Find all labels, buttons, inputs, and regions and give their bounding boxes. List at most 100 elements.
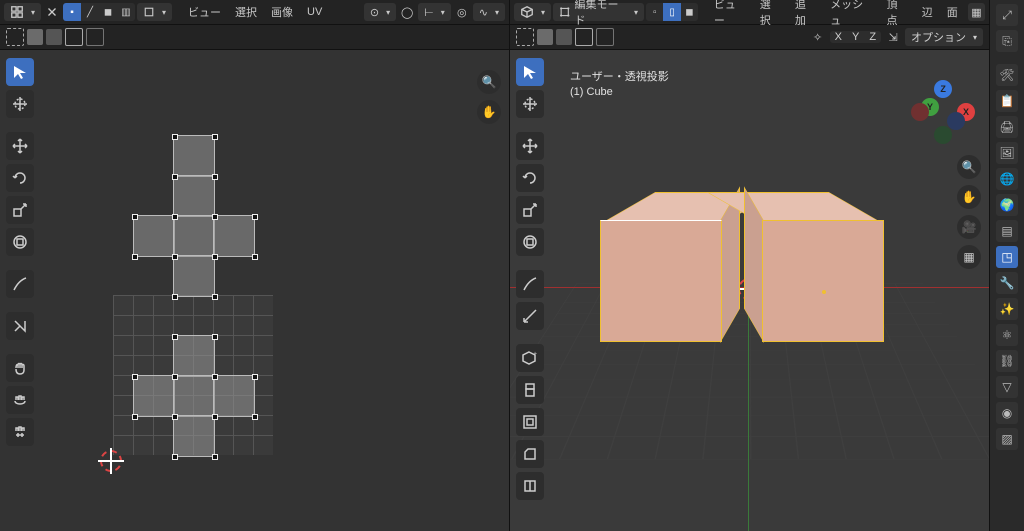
menu-image[interactable]: 画像	[265, 4, 299, 20]
outliner-icon[interactable]: ⎘	[996, 30, 1018, 52]
mirror-z[interactable]: Z	[864, 31, 881, 43]
tool-relax[interactable]	[6, 386, 34, 414]
tool-move[interactable]	[6, 132, 34, 160]
automerge-icon[interactable]: ⇲	[884, 28, 902, 46]
nav-gizmo[interactable]: Z X Y	[911, 80, 975, 144]
menu-select-3d[interactable]: 選択	[754, 0, 787, 28]
proportional-toggle[interactable]: ◎	[453, 3, 471, 21]
gizmo-z[interactable]: Z	[934, 80, 952, 98]
gizmo-neg-z[interactable]	[947, 112, 965, 130]
tool3d-annotate[interactable]	[516, 270, 544, 298]
particle-prop-icon[interactable]: ✨	[996, 298, 1018, 320]
world-prop-icon[interactable]: 🌍	[996, 194, 1018, 216]
filter-icon[interactable]: ▦	[968, 3, 985, 21]
select-set-extend-3d[interactable]	[537, 29, 553, 45]
perspective-toggle[interactable]: ▦	[957, 245, 981, 269]
tool-grab[interactable]	[6, 354, 34, 382]
select-set-new-3d[interactable]	[516, 28, 534, 46]
tool3d-cursor[interactable]	[516, 90, 544, 118]
constraint-prop-icon[interactable]: ⛓	[996, 350, 1018, 372]
uv-viewport[interactable]: 🔍 ✋	[0, 50, 509, 531]
uv-select-vertex[interactable]: ▪	[63, 3, 81, 21]
menu-view-3d[interactable]: ビュー	[708, 0, 752, 28]
tool3d-inset[interactable]	[516, 408, 544, 436]
select-set-subtract[interactable]	[46, 29, 62, 45]
gizmo-neg-y[interactable]	[934, 126, 952, 144]
tool-prop-icon[interactable]: 🛠	[996, 64, 1018, 86]
tool-annotate[interactable]	[6, 270, 34, 298]
material-prop-icon[interactable]: ◉	[996, 402, 1018, 424]
mesh-data-prop-icon[interactable]: ▽	[996, 376, 1018, 398]
tool3d-extrude[interactable]	[516, 376, 544, 404]
camera-view-button[interactable]: 🎥	[957, 215, 981, 239]
menu-select[interactable]: 選択	[229, 4, 263, 20]
mirror-x[interactable]: X	[830, 31, 847, 43]
snap-toggle[interactable]: ◯	[398, 3, 416, 21]
tool3d-loopcut[interactable]	[516, 472, 544, 500]
pan-3d-button[interactable]: ✋	[957, 185, 981, 209]
mirror-icon[interactable]: ✧	[809, 28, 827, 46]
3d-viewport[interactable]: ユーザー・透視投影 (1) Cube Z X Y 🔍 ✋ 🎥 ▦	[510, 50, 989, 531]
scene-prop-icon[interactable]: 🌐	[996, 168, 1018, 190]
object-prop-icon[interactable]: ◳	[996, 246, 1018, 268]
select-set-subtract-3d[interactable]	[556, 29, 572, 45]
tool3d-bevel[interactable]	[516, 440, 544, 468]
physics-prop-icon[interactable]: ⚛	[996, 324, 1018, 346]
select-set-intersect[interactable]	[65, 28, 83, 46]
uv-sync-selection-icon[interactable]	[43, 3, 61, 21]
pivot-dropdown[interactable]: ⊙	[364, 3, 396, 21]
mode-dropdown[interactable]: 編集モード	[553, 3, 644, 21]
render-prop-icon[interactable]: 📋	[996, 90, 1018, 112]
select-set-invert-3d[interactable]	[596, 28, 614, 46]
menu-add[interactable]: 追加	[789, 0, 822, 28]
mirror-y[interactable]: Y	[847, 31, 864, 43]
select-set-extend[interactable]	[27, 29, 43, 45]
uv-select-edge[interactable]: ╱	[81, 3, 99, 21]
select-set-new[interactable]	[6, 28, 24, 46]
tool3d-scale[interactable]	[516, 196, 544, 224]
menu-mesh[interactable]: メッシュ	[824, 0, 878, 28]
tool3d-transform[interactable]	[516, 228, 544, 256]
zoom-button[interactable]: 🔍	[477, 70, 501, 94]
select-set-intersect-3d[interactable]	[575, 28, 593, 46]
tool-scale[interactable]	[6, 196, 34, 224]
viewlayer-prop-icon[interactable]: 🖼	[996, 142, 1018, 164]
menu-face[interactable]: 面	[941, 4, 964, 20]
select-mode-edge[interactable]: ▯	[663, 3, 680, 21]
menu-uv[interactable]: UV	[301, 6, 328, 18]
collection-prop-icon[interactable]: ▤	[996, 220, 1018, 242]
uv-floating-buttons: 🔍 ✋	[477, 70, 501, 124]
tool3d-select-box[interactable]	[516, 58, 544, 86]
menu-edge[interactable]: 辺	[916, 4, 939, 20]
modifier-prop-icon[interactable]: 🔧	[996, 272, 1018, 294]
snap-dropdown[interactable]: ⊢	[418, 3, 451, 21]
tool-cursor[interactable]	[6, 90, 34, 118]
uv-sticky-select-dropdown[interactable]	[137, 3, 172, 21]
tool3d-measure[interactable]	[516, 302, 544, 330]
output-prop-icon[interactable]: 🖨	[996, 116, 1018, 138]
options-dropdown[interactable]: オプション	[905, 28, 983, 46]
editor-type-dropdown[interactable]	[4, 3, 41, 21]
select-set-invert[interactable]	[86, 28, 104, 46]
tool-pinch[interactable]	[6, 418, 34, 446]
select-mode-vertex[interactable]: ▫	[646, 3, 663, 21]
menu-view[interactable]: ビュー	[182, 4, 227, 20]
texture-prop-icon[interactable]: ▨	[996, 428, 1018, 450]
menu-vertex[interactable]: 頂点	[881, 0, 914, 28]
tool3d-rotate[interactable]	[516, 164, 544, 192]
uv-select-island[interactable]: ▥	[117, 3, 135, 21]
select-mode-face[interactable]: ◼	[681, 3, 698, 21]
tool-select-box[interactable]	[6, 58, 34, 86]
gizmo-neg-x[interactable]	[911, 103, 929, 121]
pan-button[interactable]: ✋	[477, 100, 501, 124]
zoom-3d-button[interactable]: 🔍	[957, 155, 981, 179]
tool-rip[interactable]	[6, 312, 34, 340]
uv-select-face[interactable]: ◼	[99, 3, 117, 21]
tool-rotate[interactable]	[6, 164, 34, 192]
tool3d-add-cube[interactable]: +	[516, 344, 544, 372]
tool-transform[interactable]	[6, 228, 34, 256]
editor-type-3d-dropdown[interactable]	[514, 3, 551, 21]
region-toggle-icon[interactable]: ⤢	[996, 4, 1018, 26]
tool3d-move[interactable]	[516, 132, 544, 160]
proportional-dropdown[interactable]: ∿	[473, 3, 505, 21]
